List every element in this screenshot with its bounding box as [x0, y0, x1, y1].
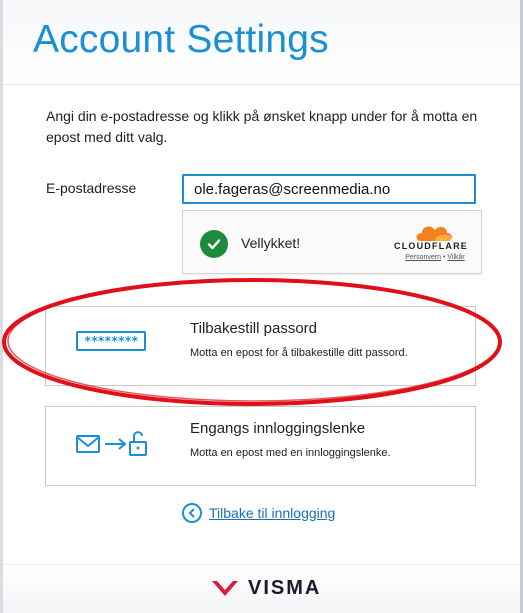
mail-to-unlock-icon: [76, 429, 150, 462]
terms-link[interactable]: Vilkår: [447, 254, 464, 261]
password-mask: ********: [76, 331, 146, 351]
captcha-links: Personvern • Vilkår: [393, 254, 477, 261]
success-check-icon: [200, 230, 228, 258]
email-input[interactable]: [182, 174, 476, 204]
one-time-login-option[interactable]: Engangs innloggingslenke Motta en epost …: [45, 406, 476, 486]
one-time-login-desc: Motta en epost med en innloggingslenke.: [190, 447, 391, 459]
window-border-left: [0, 0, 3, 613]
captcha-status: Vellykket!: [241, 235, 301, 251]
visma-brand-text: VISMA: [248, 577, 322, 599]
one-time-login-title: Engangs innloggingslenke: [190, 420, 366, 437]
reset-password-desc: Motta en epost for å tilbakestille ditt …: [190, 347, 408, 359]
reset-password-title: Tilbakestill passord: [190, 320, 317, 337]
chevron-left-circle-icon: [182, 503, 202, 523]
visma-heart-icon: [212, 580, 238, 596]
link-separator: •: [442, 254, 446, 261]
account-settings-window: Account Settings Angi din e-postadresse …: [0, 0, 523, 613]
password-field-icon: ********: [76, 331, 146, 351]
visma-logo: VISMA: [210, 577, 321, 600]
intro-text: Angi din e-postadresse og klikk på ønske…: [46, 108, 478, 145]
cloudflare-brand: CLOUDFLARE: [394, 241, 468, 251]
back-to-login-label: Tilbake til innlogging: [209, 505, 336, 521]
email-label: E-postadresse: [46, 180, 137, 196]
privacy-link[interactable]: Personvern: [405, 254, 441, 261]
page-title: Account Settings: [33, 18, 329, 61]
page-footer: VISMA: [3, 564, 520, 613]
reset-password-option[interactable]: ******** Tilbakestill passord Motta en e…: [45, 306, 476, 386]
page-header: Account Settings: [3, 0, 520, 85]
captcha-widget[interactable]: Vellykket! CLOUDFLARE Personvern • Vilkå…: [182, 210, 482, 274]
back-to-login-link[interactable]: Tilbake til innlogging: [182, 503, 335, 523]
